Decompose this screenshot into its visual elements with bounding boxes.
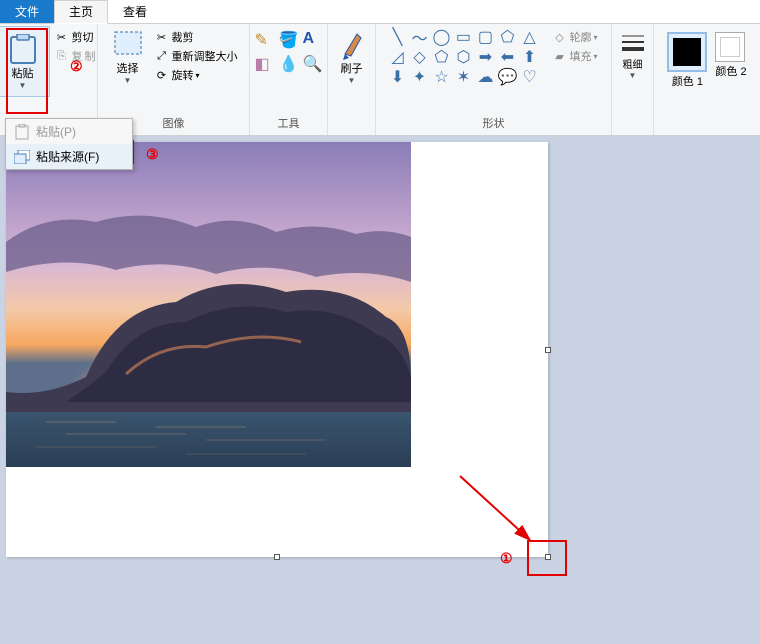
magnifier-tool[interactable]: 🔍 (303, 54, 323, 74)
shape-pentagon[interactable]: ⬠ (431, 48, 451, 66)
annotation-2: ② (70, 58, 83, 75)
shape-larrow[interactable]: ⬅ (497, 48, 517, 66)
chevron-down-icon: ▼ (348, 76, 356, 85)
chevron-down-icon: ▼ (124, 76, 132, 85)
picker-tool[interactable]: 💧 (279, 54, 299, 74)
paste-button[interactable]: 粘贴 ▼ (0, 26, 50, 97)
shape-rect[interactable]: ▭ (453, 28, 473, 46)
shape-callout[interactable]: ☁ (475, 68, 495, 86)
color1-button[interactable]: 颜色 1 (667, 32, 707, 88)
crop-button[interactable]: ✂ 裁剪 (152, 28, 240, 46)
shape-rarrow[interactable]: ➡ (475, 48, 495, 66)
shape-darrow[interactable]: ⬇ (387, 68, 407, 86)
group-shapes: ╲ 〜 ◯ ▭ ▢ ⬠ △ ◿ ◇ ⬠ ⬡ ➡ ⬅ ⬆ ⬇ ✦ ☆ ✶ ☁ 💬 (376, 24, 612, 135)
paste-label: 粘贴 (12, 65, 34, 81)
shape-diamond[interactable]: ◇ (409, 48, 429, 66)
copy-icon: ⎘ (54, 48, 70, 64)
chevron-down-icon: ▼ (19, 81, 27, 90)
menu-paste-from[interactable]: 粘贴来源(F) (6, 144, 132, 169)
rotate-button[interactable]: ⟳ 旋转 ▾ (152, 66, 240, 84)
shapes-gallery[interactable]: ╲ 〜 ◯ ▭ ▢ ⬠ △ ◿ ◇ ⬠ ⬡ ➡ ⬅ ⬆ ⬇ ✦ ☆ ✶ ☁ 💬 (385, 26, 541, 88)
pasted-image[interactable] (6, 142, 411, 467)
shape-outline-button[interactable]: ◇ 轮廓 ▾ (549, 28, 599, 46)
group-stroke: 粗细 ▼ (612, 24, 654, 135)
paste-from-icon (14, 149, 30, 165)
shape-heart[interactable]: ♡ (519, 68, 539, 86)
shape-hexagon[interactable]: ⬡ (453, 48, 473, 66)
select-button[interactable]: 选择 ▼ (106, 26, 150, 87)
paste-icon (7, 33, 39, 65)
paste-dropdown: 粘贴(P) 粘贴来源(F) (5, 118, 133, 170)
group-colors: 颜色 1 颜色 2 (654, 24, 760, 135)
shape-6star[interactable]: ✶ (453, 68, 473, 86)
resize-handle-right[interactable] (545, 347, 551, 353)
scissors-icon: ✂ (54, 29, 70, 45)
chevron-down-icon: ▾ (593, 52, 597, 61)
shape-triangle[interactable]: △ (519, 28, 539, 46)
tab-view[interactable]: 查看 (108, 0, 162, 23)
canvas-area (0, 136, 760, 644)
pencil-tool[interactable]: ✎ (255, 30, 275, 50)
color2-button[interactable]: 颜色 2 (715, 32, 746, 78)
annotation-3: ③ (146, 146, 159, 163)
chevron-down-icon: ▼ (629, 71, 637, 80)
rotate-icon: ⟳ (154, 67, 170, 83)
resize-icon: ⤢ (154, 48, 170, 64)
shape-oval[interactable]: ◯ (431, 28, 451, 46)
shape-line[interactable]: ╲ (387, 28, 407, 46)
shape-5star[interactable]: ☆ (431, 68, 451, 86)
brush-icon (336, 28, 368, 60)
group-label-image: 图像 (163, 115, 185, 133)
outline-icon: ◇ (551, 29, 567, 45)
annotation-arrow (450, 468, 560, 578)
shape-rtriangle[interactable]: ◿ (387, 48, 407, 66)
tab-bar: 文件 主页 查看 (0, 0, 760, 24)
shape-roundrect[interactable]: ▢ (475, 28, 495, 46)
paste-icon (14, 124, 30, 140)
group-label-shapes: 形状 (483, 115, 505, 133)
eraser-tool[interactable]: ◧ (255, 54, 275, 74)
fill-tool[interactable]: 🪣 (279, 30, 299, 50)
shape-uarrow[interactable]: ⬆ (519, 48, 539, 66)
chevron-down-icon: ▾ (593, 33, 597, 42)
brushes-button[interactable]: 刷子 ▼ (330, 26, 374, 87)
fill-icon: ▰ (551, 48, 567, 64)
group-label-tools: 工具 (278, 115, 300, 133)
shape-callout2[interactable]: 💬 (497, 68, 517, 86)
shape-4star[interactable]: ✦ (409, 68, 429, 86)
group-tools: ✎ 🪣 A ◧ 💧 🔍 工具 (250, 24, 328, 135)
group-brushes: 刷子 ▼ (328, 24, 376, 135)
chevron-down-icon: ▾ (196, 71, 200, 80)
select-icon (112, 28, 144, 60)
tab-file[interactable]: 文件 (0, 0, 54, 23)
text-tool[interactable]: A (303, 30, 323, 50)
resize-button[interactable]: ⤢ 重新调整大小 (152, 47, 240, 65)
menu-paste[interactable]: 粘贴(P) (6, 119, 132, 144)
stroke-button[interactable]: 粗细 ▼ (611, 26, 655, 82)
shape-curve[interactable]: 〜 (409, 28, 429, 46)
resize-handle-bottom[interactable] (274, 554, 280, 560)
tab-home[interactable]: 主页 (54, 0, 108, 24)
crop-icon: ✂ (154, 29, 170, 45)
cut-button[interactable]: ✂ 剪切 (52, 28, 100, 46)
shape-polygon[interactable]: ⬠ (497, 28, 517, 46)
stroke-icon (617, 28, 649, 60)
shape-fill-button[interactable]: ▰ 填充 ▾ (549, 47, 599, 65)
